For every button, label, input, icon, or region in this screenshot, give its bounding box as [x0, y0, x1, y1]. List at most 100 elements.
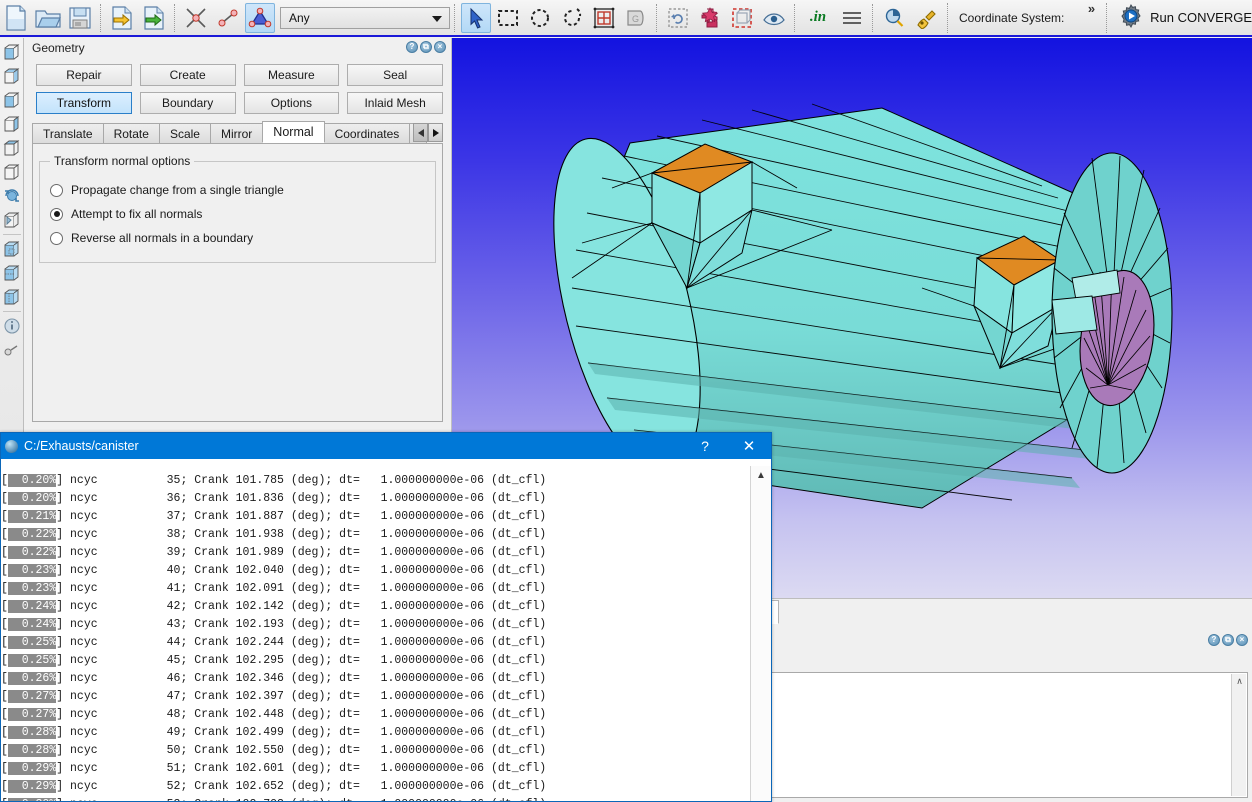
console-log-row: [ 0.24%] ncyc 43; Crank 102.193 (deg); d…	[1, 616, 750, 634]
tab-scale[interactable]: Scale	[159, 123, 211, 143]
paint-brush-icon[interactable]	[911, 3, 941, 33]
repair-button[interactable]: Repair	[36, 64, 132, 86]
view-cube-back-icon[interactable]	[1, 64, 23, 88]
zoom-pie-icon[interactable]	[879, 3, 909, 33]
view-cube-top-icon[interactable]	[1, 136, 23, 160]
radio-attempt-fix-all-normals[interactable]: Attempt to fix all normals	[50, 202, 425, 226]
log-bracket-open: [	[1, 546, 8, 559]
view-rotate-icon[interactable]	[1, 184, 23, 208]
view-cube-iso2-icon[interactable]	[1, 261, 23, 285]
console-log[interactable]: [ 0.20%] ncyc 35; Crank 101.785 (deg); d…	[1, 472, 750, 801]
tab-coordinates[interactable]: Coordinates	[324, 123, 411, 143]
log-entry-text: ] ncyc 41; Crank 102.091 (deg); dt= 1.00…	[56, 582, 546, 595]
tab-translate[interactable]: Translate	[32, 123, 104, 143]
measure-icon[interactable]	[1, 338, 23, 362]
scroll-up-icon[interactable]: ▲	[751, 466, 771, 484]
tab-scroll-right-button[interactable]	[428, 123, 443, 142]
help-button[interactable]: ?	[683, 433, 727, 459]
help-icon[interactable]: ?	[406, 41, 418, 53]
log-entry-text: ] ncyc 51; Crank 102.601 (deg); dt= 1.00…	[56, 762, 546, 775]
open-folder-icon[interactable]	[33, 3, 63, 33]
rotate-refresh-icon[interactable]	[663, 3, 693, 33]
export-file-icon[interactable]	[139, 3, 169, 33]
progress-percent: 0.28%	[8, 744, 56, 757]
close-button[interactable]: ✕	[727, 433, 771, 459]
view-cube-bottom-icon[interactable]	[1, 160, 23, 184]
options-button[interactable]: Options	[244, 92, 340, 114]
normal-tab-content: Transform normal options Propagate chang…	[32, 144, 443, 422]
log-bracket-open: [	[1, 708, 8, 721]
chevron-right-icon	[433, 129, 439, 137]
arrow-cursor-icon[interactable]	[461, 3, 491, 33]
tab-mirror[interactable]: Mirror	[210, 123, 263, 143]
scroll-up-icon[interactable]: ∧	[1232, 674, 1247, 689]
toolbar-separator	[872, 4, 874, 32]
run-converge-button[interactable]: Run CONVERGE	[1112, 3, 1252, 32]
transform-button[interactable]: Transform	[36, 92, 132, 114]
log-bracket-open: [	[1, 474, 8, 487]
view-cube-perspective-icon[interactable]	[1, 208, 23, 232]
toolbar-overflow-icon[interactable]: »	[1088, 1, 1095, 16]
gear-play-icon	[1118, 3, 1144, 32]
fence-select-icon[interactable]: G	[621, 3, 651, 33]
rail-divider	[3, 311, 21, 312]
entity-type-combo[interactable]: Any	[280, 7, 450, 29]
edge-select-icon[interactable]	[213, 3, 243, 33]
toolbar-separator	[454, 4, 456, 32]
radio-propagate-single-triangle[interactable]: Propagate change from a single triangle	[50, 178, 425, 202]
boundary-button[interactable]: Boundary	[140, 92, 236, 114]
console-scrollbar[interactable]: ▲	[750, 466, 771, 801]
rectangle-select-icon[interactable]	[493, 3, 523, 33]
circle-select-icon[interactable]	[525, 3, 555, 33]
hamburger-list-icon[interactable]	[837, 3, 867, 33]
help-icon[interactable]: ?	[1208, 634, 1220, 646]
measure-button[interactable]: Measure	[244, 64, 340, 86]
close-icon[interactable]: ×	[434, 41, 446, 53]
view-cube-iso3-icon[interactable]	[1, 285, 23, 309]
radio-label: Reverse all normals in a boundary	[71, 231, 253, 245]
tab-normal[interactable]: Normal	[262, 121, 324, 143]
rail-divider	[3, 234, 21, 235]
console-title-bar[interactable]: C:/Exhausts/canister ? ✕	[1, 433, 771, 459]
create-button[interactable]: Create	[140, 64, 236, 86]
bounding-box-icon[interactable]	[727, 3, 757, 33]
run-converge-label: Run CONVERGE	[1150, 10, 1252, 25]
info-icon[interactable]	[1, 314, 23, 338]
tab-scroll-left-button[interactable]	[413, 123, 428, 142]
undock-icon[interactable]: ⧉	[1222, 634, 1234, 646]
view-cube-iso1-icon[interactable]	[1, 237, 23, 261]
inlaid-mesh-button[interactable]: Inlaid Mesh	[347, 92, 443, 114]
close-icon[interactable]: ×	[1236, 634, 1248, 646]
toolbar-separator	[100, 4, 102, 32]
view-cube-front-icon[interactable]	[1, 40, 23, 64]
delete-vertex-icon[interactable]	[181, 3, 211, 33]
seal-button[interactable]: Seal	[347, 64, 443, 86]
main-toolbar: Any G	[0, 0, 1252, 36]
lasso-select-icon[interactable]	[557, 3, 587, 33]
radio-reverse-all-normals[interactable]: Reverse all normals in a boundary	[50, 226, 425, 250]
log-entry-text: ] ncyc 49; Crank 102.499 (deg); dt= 1.00…	[56, 726, 546, 739]
dot-in-file-icon[interactable]: .in	[801, 3, 835, 33]
view-cube-left-icon[interactable]	[1, 88, 23, 112]
console-log-row: [ 0.25%] ncyc 44; Crank 102.244 (deg); d…	[1, 634, 750, 652]
log-entry-text: ] ncyc 47; Crank 102.397 (deg); dt= 1.00…	[56, 690, 546, 703]
progress-percent: 0.23%	[8, 564, 56, 577]
puzzle-piece-icon[interactable]	[695, 3, 725, 33]
log-entry-text: ] ncyc 38; Crank 101.938 (deg); dt= 1.00…	[56, 528, 546, 541]
undock-icon[interactable]: ⧉	[420, 41, 432, 53]
save-disk-icon[interactable]	[65, 3, 95, 33]
log-entry-text: ] ncyc 46; Crank 102.346 (deg); dt= 1.00…	[56, 672, 546, 685]
globe-icon	[5, 440, 18, 453]
geometry-button-row-1: Repair Create Measure Seal	[36, 64, 443, 86]
message-log-scrollbar[interactable]: ∧	[1231, 674, 1246, 796]
view-cube-right-icon[interactable]	[1, 112, 23, 136]
new-file-icon[interactable]	[1, 3, 31, 33]
progress-percent: 0.27%	[8, 690, 56, 703]
eye-visibility-icon[interactable]	[759, 3, 789, 33]
grid-select-icon[interactable]	[589, 3, 619, 33]
import-file-icon[interactable]	[107, 3, 137, 33]
tab-rotate[interactable]: Rotate	[103, 123, 160, 143]
console-log-row: [ 0.22%] ncyc 39; Crank 101.989 (deg); d…	[1, 544, 750, 562]
console-log-row: [ 0.20%] ncyc 36; Crank 101.836 (deg); d…	[1, 490, 750, 508]
triangle-select-icon[interactable]	[245, 3, 275, 33]
